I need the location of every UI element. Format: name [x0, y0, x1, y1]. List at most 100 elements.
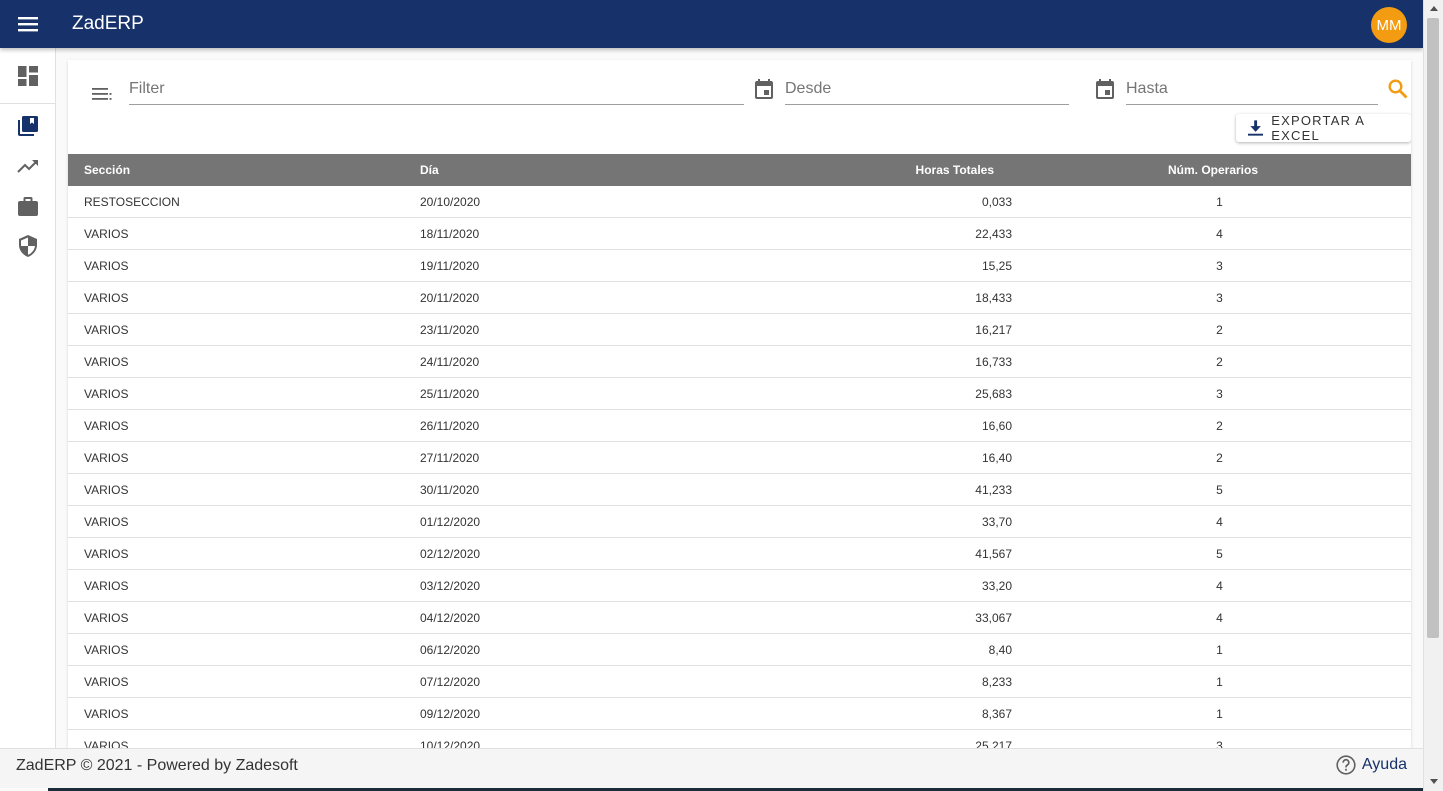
cell-workers: 4	[1216, 515, 1223, 529]
cell-section: VARIOS	[84, 675, 129, 689]
header-day[interactable]: Día	[420, 154, 439, 186]
report-table: Sección Día Horas Totales Núm. Operarios…	[68, 154, 1411, 750]
cell-hours: 18,433	[975, 291, 1012, 305]
table-row[interactable]: VARIOS 26/11/2020 16,60 2	[68, 410, 1411, 442]
cell-workers: 4	[1216, 611, 1223, 625]
cell-hours: 25,683	[975, 387, 1012, 401]
cell-hours: 8,367	[981, 707, 1012, 721]
cell-section: VARIOS	[84, 611, 129, 625]
help-link[interactable]: Ayuda	[1336, 755, 1407, 775]
cell-section: VARIOS	[84, 387, 129, 401]
to-date-input[interactable]	[1126, 74, 1378, 104]
cell-section: VARIOS	[84, 323, 129, 337]
table-row[interactable]: VARIOS 25/11/2020 25,683 3	[68, 378, 1411, 410]
cell-hours: 33,20	[981, 579, 1012, 593]
table-row[interactable]: VARIOS 07/12/2020 8,233 1	[68, 666, 1411, 698]
table-row[interactable]: VARIOS 09/12/2020 8,367 1	[68, 698, 1411, 730]
table-row[interactable]: VARIOS 03/12/2020 33,20 4	[68, 570, 1411, 602]
cell-day: 25/11/2020	[420, 387, 480, 401]
cell-workers: 3	[1216, 739, 1223, 750]
cell-day: 20/10/2020	[420, 195, 481, 209]
header-section[interactable]: Sección	[84, 154, 130, 186]
cell-section: VARIOS	[84, 547, 129, 561]
search-icon	[1388, 79, 1408, 99]
cell-day: 07/12/2020	[420, 675, 481, 689]
table-row[interactable]: VARIOS 04/12/2020 33,067 4	[68, 602, 1411, 634]
cell-section: VARIOS	[84, 227, 129, 241]
from-date-picker[interactable]	[753, 78, 775, 100]
cell-hours: 33,067	[975, 611, 1012, 625]
cell-day: 02/12/2020	[420, 547, 481, 561]
export-excel-button[interactable]: EXPORTAR A EXCEL	[1236, 113, 1411, 143]
cell-hours: 15,25	[981, 259, 1012, 273]
scroll-up-arrow[interactable]	[1424, 0, 1443, 16]
filter-toggle[interactable]	[90, 86, 114, 102]
menu-button[interactable]	[0, 0, 56, 48]
cell-hours: 22,433	[975, 227, 1012, 241]
cell-section: VARIOS	[84, 579, 129, 593]
cell-hours: 33,70	[981, 515, 1012, 529]
search-button[interactable]	[1386, 77, 1410, 101]
table-row[interactable]: VARIOS 27/11/2020 16,40 2	[68, 442, 1411, 474]
filter-list-icon	[92, 88, 112, 100]
filter-row	[68, 60, 1411, 110]
nav-dashboard[interactable]	[0, 48, 56, 104]
table-row[interactable]: VARIOS 30/11/2020 41,233 5	[68, 474, 1411, 506]
cell-day: 06/12/2020	[420, 643, 481, 657]
scroll-thumb[interactable]	[1427, 18, 1439, 638]
table-row[interactable]: VARIOS 02/12/2020 41,567 5	[68, 538, 1411, 570]
cell-day: 01/12/2020	[420, 515, 481, 529]
cell-section: VARIOS	[84, 739, 129, 750]
table-row[interactable]: VARIOS 23/11/2020 16,217 2	[68, 314, 1411, 346]
nav-work[interactable]	[0, 186, 56, 226]
shield-icon	[19, 235, 37, 257]
help-circle-icon	[1336, 755, 1356, 775]
nav-trending[interactable]	[0, 146, 56, 186]
cell-section: VARIOS	[84, 291, 129, 305]
app-title: ZadERP	[72, 13, 144, 34]
trending-up-icon	[17, 160, 38, 173]
cell-section: VARIOS	[84, 451, 129, 465]
table-row[interactable]: RESTOSECCION 20/10/2020 0,033 1	[68, 186, 1411, 218]
table-row[interactable]: VARIOS 06/12/2020 8,40 1	[68, 634, 1411, 666]
cell-day: 10/12/2020	[420, 739, 481, 750]
cell-day: 30/11/2020	[420, 483, 480, 497]
cell-hours: 0,033	[981, 195, 1012, 209]
cell-hours: 16,217	[975, 323, 1012, 337]
header-workers[interactable]: Núm. Operarios	[1168, 154, 1258, 186]
from-date-input[interactable]	[785, 74, 1069, 104]
cell-section: VARIOS	[84, 355, 129, 369]
scroll-down-arrow[interactable]	[1424, 773, 1443, 789]
to-date-picker[interactable]	[1094, 78, 1116, 100]
cell-workers: 3	[1216, 387, 1223, 401]
cell-hours: 41,567	[975, 547, 1012, 561]
cell-workers: 4	[1216, 227, 1223, 241]
table-row[interactable]: VARIOS 20/11/2020 18,433 3	[68, 282, 1411, 314]
cell-workers: 5	[1216, 547, 1223, 561]
cell-hours: 16,733	[975, 355, 1012, 369]
cell-hours: 8,40	[988, 643, 1012, 657]
nav-library[interactable]	[0, 106, 56, 146]
nav-rail	[0, 48, 56, 748]
filter-input[interactable]	[129, 74, 744, 104]
table-row[interactable]: VARIOS 01/12/2020 33,70 4	[68, 506, 1411, 538]
table-body: RESTOSECCION 20/10/2020 0,033 1 VARIOS 18/11/…	[68, 186, 1411, 750]
table-row[interactable]: VARIOS 18/11/2020 22,433 4	[68, 218, 1411, 250]
user-avatar[interactable]: MM	[1371, 7, 1407, 43]
header-hours[interactable]: Horas Totales	[768, 154, 994, 186]
cell-workers: 1	[1216, 643, 1223, 657]
caret-up-icon	[1429, 5, 1438, 11]
vertical-scrollbar[interactable]	[1423, 0, 1443, 791]
caret-down-icon	[1429, 778, 1438, 784]
nav-security[interactable]	[0, 226, 56, 266]
cell-day: 19/11/2020	[420, 259, 480, 273]
filter-field	[129, 74, 744, 105]
cell-workers: 2	[1216, 355, 1223, 369]
cell-hours: 16,60	[981, 419, 1012, 433]
table-row[interactable]: VARIOS 24/11/2020 16,733 2	[68, 346, 1411, 378]
top-app-bar: ZadERP MM	[0, 0, 1423, 48]
table-row[interactable]: VARIOS 19/11/2020 15,25 3	[68, 250, 1411, 282]
cell-workers: 1	[1216, 675, 1223, 689]
cell-section: RESTOSECCION	[84, 195, 180, 209]
table-row[interactable]: VARIOS 10/12/2020 25,217 3	[68, 730, 1411, 750]
